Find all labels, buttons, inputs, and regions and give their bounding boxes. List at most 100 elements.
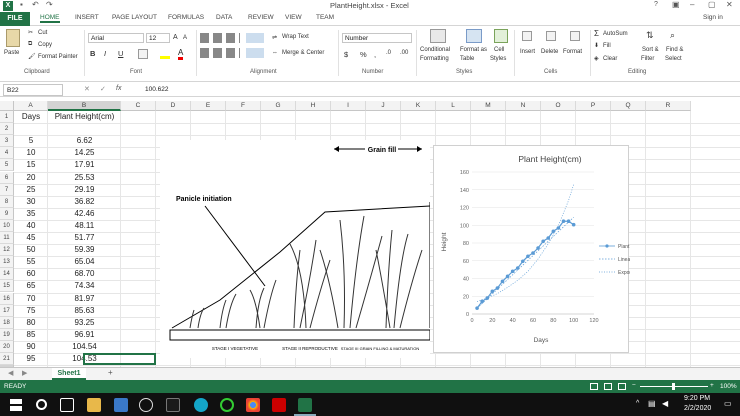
cortana-icon[interactable]: [36, 399, 47, 410]
taskbar-date[interactable]: 2/2/2020: [684, 405, 711, 412]
undo-icon[interactable]: ↶: [32, 0, 39, 9]
format-painter-button[interactable]: Format Painter: [38, 54, 78, 60]
conditional-formatting-button[interactable]: Conditional: [420, 47, 450, 53]
help-button[interactable]: ?: [654, 1, 658, 8]
autosum-icon[interactable]: Σ: [594, 29, 599, 38]
next-sheet-icon[interactable]: ▶: [22, 369, 27, 377]
page-layout-view-icon[interactable]: [604, 383, 612, 390]
italic-button[interactable]: I: [104, 49, 106, 58]
row-header[interactable]: 5: [0, 159, 14, 172]
column-header[interactable]: E: [191, 101, 226, 111]
row-header[interactable]: 3: [0, 135, 14, 148]
column-header[interactable]: A: [14, 101, 48, 111]
tab-view[interactable]: VIEW: [285, 14, 302, 21]
row-header[interactable]: 13: [0, 256, 14, 269]
grow-font-icon[interactable]: A: [173, 34, 178, 41]
network-icon[interactable]: ▤: [648, 399, 656, 408]
find-select-button[interactable]: Find &: [666, 47, 683, 53]
height-cell[interactable]: 29.19: [48, 184, 121, 196]
insert-function-button[interactable]: fx: [116, 85, 121, 92]
row-header[interactable]: 11: [0, 232, 14, 245]
edge-browser-icon[interactable]: [114, 398, 128, 412]
comma-button[interactable]: ,: [374, 50, 376, 59]
column-header[interactable]: Q: [611, 101, 646, 111]
row-header[interactable]: 10: [0, 219, 14, 232]
days-cell[interactable]: 75: [14, 305, 48, 317]
notifications-icon[interactable]: ▭: [724, 399, 732, 408]
height-cell[interactable]: 17.91: [48, 159, 121, 171]
app-p-icon[interactable]: [166, 398, 180, 412]
font-size-select[interactable]: 12: [146, 33, 170, 43]
height-cell[interactable]: 42.46: [48, 208, 121, 220]
days-cell[interactable]: 45: [14, 232, 48, 244]
borders-icon[interactable]: [138, 49, 148, 59]
zoom-in-icon[interactable]: +: [710, 382, 714, 389]
find-select-button-line2[interactable]: Select: [665, 56, 682, 62]
column-header[interactable]: L: [436, 101, 471, 111]
maximize-icon[interactable]: ▢: [708, 0, 716, 9]
height-cell[interactable]: 51.77: [48, 232, 121, 244]
column-header[interactable]: J: [366, 101, 401, 111]
column-header[interactable]: N: [506, 101, 541, 111]
page-break-view-icon[interactable]: [618, 383, 626, 390]
days-cell[interactable]: 60: [14, 268, 48, 280]
tab-file[interactable]: FILE: [0, 12, 30, 26]
merge-center-icon[interactable]: ⇔: [272, 50, 278, 56]
cell-styles-icon[interactable]: [494, 29, 508, 43]
merge-center-button[interactable]: Merge & Center: [282, 50, 324, 56]
taskbar-time[interactable]: 9:20 PM: [684, 395, 710, 402]
days-cell[interactable]: 40: [14, 220, 48, 232]
insert-cells-icon[interactable]: [522, 31, 532, 41]
format-painter-icon[interactable]: 🖌: [28, 53, 36, 60]
prev-sheet-icon[interactable]: ◀: [8, 369, 13, 377]
format-as-table-button-line2[interactable]: Table: [460, 56, 474, 62]
paste-button[interactable]: Paste: [4, 50, 19, 56]
tab-formulas[interactable]: FORMULAS: [168, 14, 204, 21]
row-header[interactable]: 19: [0, 328, 14, 341]
height-cell[interactable]: 81.97: [48, 293, 121, 305]
format-cells-icon[interactable]: [570, 31, 580, 41]
plant-height-chart[interactable]: Plant Height(cm) Days Height 0 20 40 60 80 10…: [433, 145, 676, 353]
column-header[interactable]: P: [576, 101, 611, 111]
cut-icon[interactable]: ✂: [28, 29, 33, 36]
row-header[interactable]: 15: [0, 280, 14, 293]
add-sheet-button[interactable]: +: [108, 368, 113, 377]
days-cell[interactable]: 80: [14, 317, 48, 329]
row-header[interactable]: 16: [0, 292, 14, 305]
row-header[interactable]: 14: [0, 268, 14, 281]
indent-icon[interactable]: [246, 48, 264, 58]
height-cell[interactable]: 6.62: [48, 135, 121, 147]
zoom-slider-thumb[interactable]: [672, 383, 675, 390]
column-header[interactable]: I: [331, 101, 366, 111]
format-as-table-icon[interactable]: [466, 29, 482, 43]
height-cell[interactable]: 96.91: [48, 329, 121, 341]
currency-button[interactable]: $: [344, 50, 348, 59]
paste-icon[interactable]: [6, 29, 20, 47]
row-header[interactable]: 21: [0, 353, 14, 366]
days-cell[interactable]: 85: [14, 329, 48, 341]
sheet-tab-sheet1[interactable]: Sheet1: [52, 368, 86, 380]
column-header[interactable]: R: [646, 101, 691, 111]
font-color-icon[interactable]: A: [178, 48, 184, 60]
formula-input[interactable]: 100.622: [145, 86, 169, 93]
excel-taskbar-icon[interactable]: [298, 398, 312, 412]
row-header[interactable]: 20: [0, 340, 14, 353]
cell-styles-button[interactable]: Cell: [494, 47, 504, 53]
normal-view-icon[interactable]: [590, 383, 598, 390]
acrobat-icon[interactable]: [272, 398, 286, 412]
cut-button[interactable]: Cut: [38, 30, 47, 36]
height-cell[interactable]: 25.53: [48, 172, 121, 184]
row-header[interactable]: 6: [0, 171, 14, 184]
sign-in-link[interactable]: Sign in: [703, 14, 723, 21]
tab-page-layout[interactable]: PAGE LAYOUT: [112, 14, 157, 21]
minimize-icon[interactable]: –: [690, 0, 694, 9]
conditional-formatting-icon[interactable]: [430, 29, 446, 43]
tab-review[interactable]: REVIEW: [248, 14, 274, 21]
height-cell[interactable]: Plant Height(cm): [48, 111, 121, 123]
select-all-corner[interactable]: [0, 101, 14, 111]
format-as-table-button[interactable]: Format as: [460, 47, 487, 53]
row-header[interactable]: 8: [0, 195, 14, 208]
row-header[interactable]: 9: [0, 207, 14, 220]
column-header[interactable]: G: [261, 101, 296, 111]
shrink-font-icon[interactable]: A: [183, 35, 187, 41]
